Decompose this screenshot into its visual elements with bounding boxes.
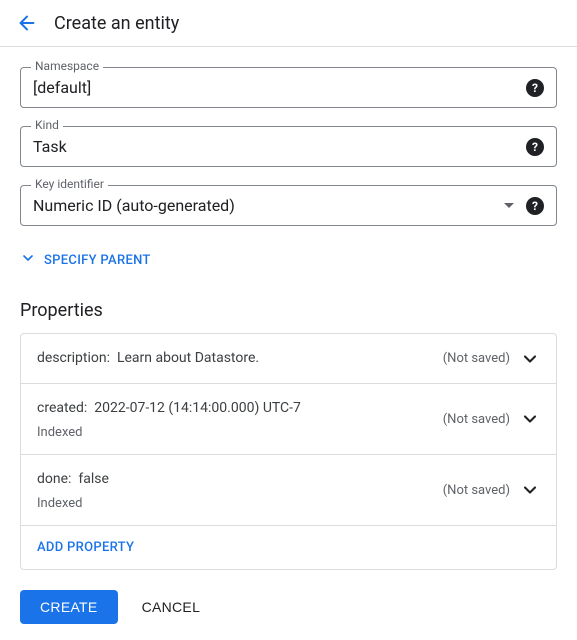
create-button[interactable]: CREATE [20,590,118,624]
help-icon[interactable]: ? [526,197,544,215]
chevron-down-icon [520,480,540,500]
cancel-button[interactable]: CANCEL [130,590,213,624]
status-badge: (Not saved) [443,412,510,427]
property-row[interactable]: description: Learn about Datastore. (Not… [21,334,556,384]
status-badge: (Not saved) [443,351,510,366]
kind-label: Kind [31,118,63,132]
specify-parent-label: SPECIFY PARENT [44,253,151,268]
page-title: Create an entity [54,13,179,34]
help-icon[interactable]: ? [526,138,544,156]
help-icon[interactable]: ? [526,79,544,97]
key-identifier-field[interactable]: Key identifier Numeric ID (auto-generate… [20,185,557,226]
namespace-value: [default] [33,78,526,97]
indexed-label: Indexed [37,496,443,511]
chevron-down-icon [520,349,540,369]
namespace-label: Namespace [31,59,103,73]
key-identifier-value: Numeric ID (auto-generated) [33,196,504,215]
back-arrow-icon[interactable] [16,12,38,34]
property-summary: created: 2022-07-12 (14:14:00.000) UTC-7 [37,398,443,419]
header-bar: Create an entity [0,0,577,47]
property-summary: description: Learn about Datastore. [37,348,443,369]
indexed-label: Indexed [37,425,443,440]
properties-heading: Properties [20,300,557,321]
property-summary: done: false [37,469,443,490]
properties-list: description: Learn about Datastore. (Not… [20,333,557,570]
status-badge: (Not saved) [443,483,510,498]
footer-actions: CREATE CANCEL [20,590,557,624]
add-property-button[interactable]: ADD PROPERTY [21,526,556,569]
property-row[interactable]: created: 2022-07-12 (14:14:00.000) UTC-7… [21,384,556,455]
namespace-field[interactable]: Namespace [default] ? [20,67,557,108]
property-row[interactable]: done: false Indexed (Not saved) [21,455,556,526]
key-identifier-label: Key identifier [31,177,108,191]
kind-value: Task [33,137,526,156]
chevron-down-icon [20,250,36,270]
dropdown-arrow-icon [504,203,514,208]
chevron-down-icon [520,409,540,429]
kind-field[interactable]: Kind Task ? [20,126,557,167]
specify-parent-toggle[interactable]: SPECIFY PARENT [20,244,557,276]
